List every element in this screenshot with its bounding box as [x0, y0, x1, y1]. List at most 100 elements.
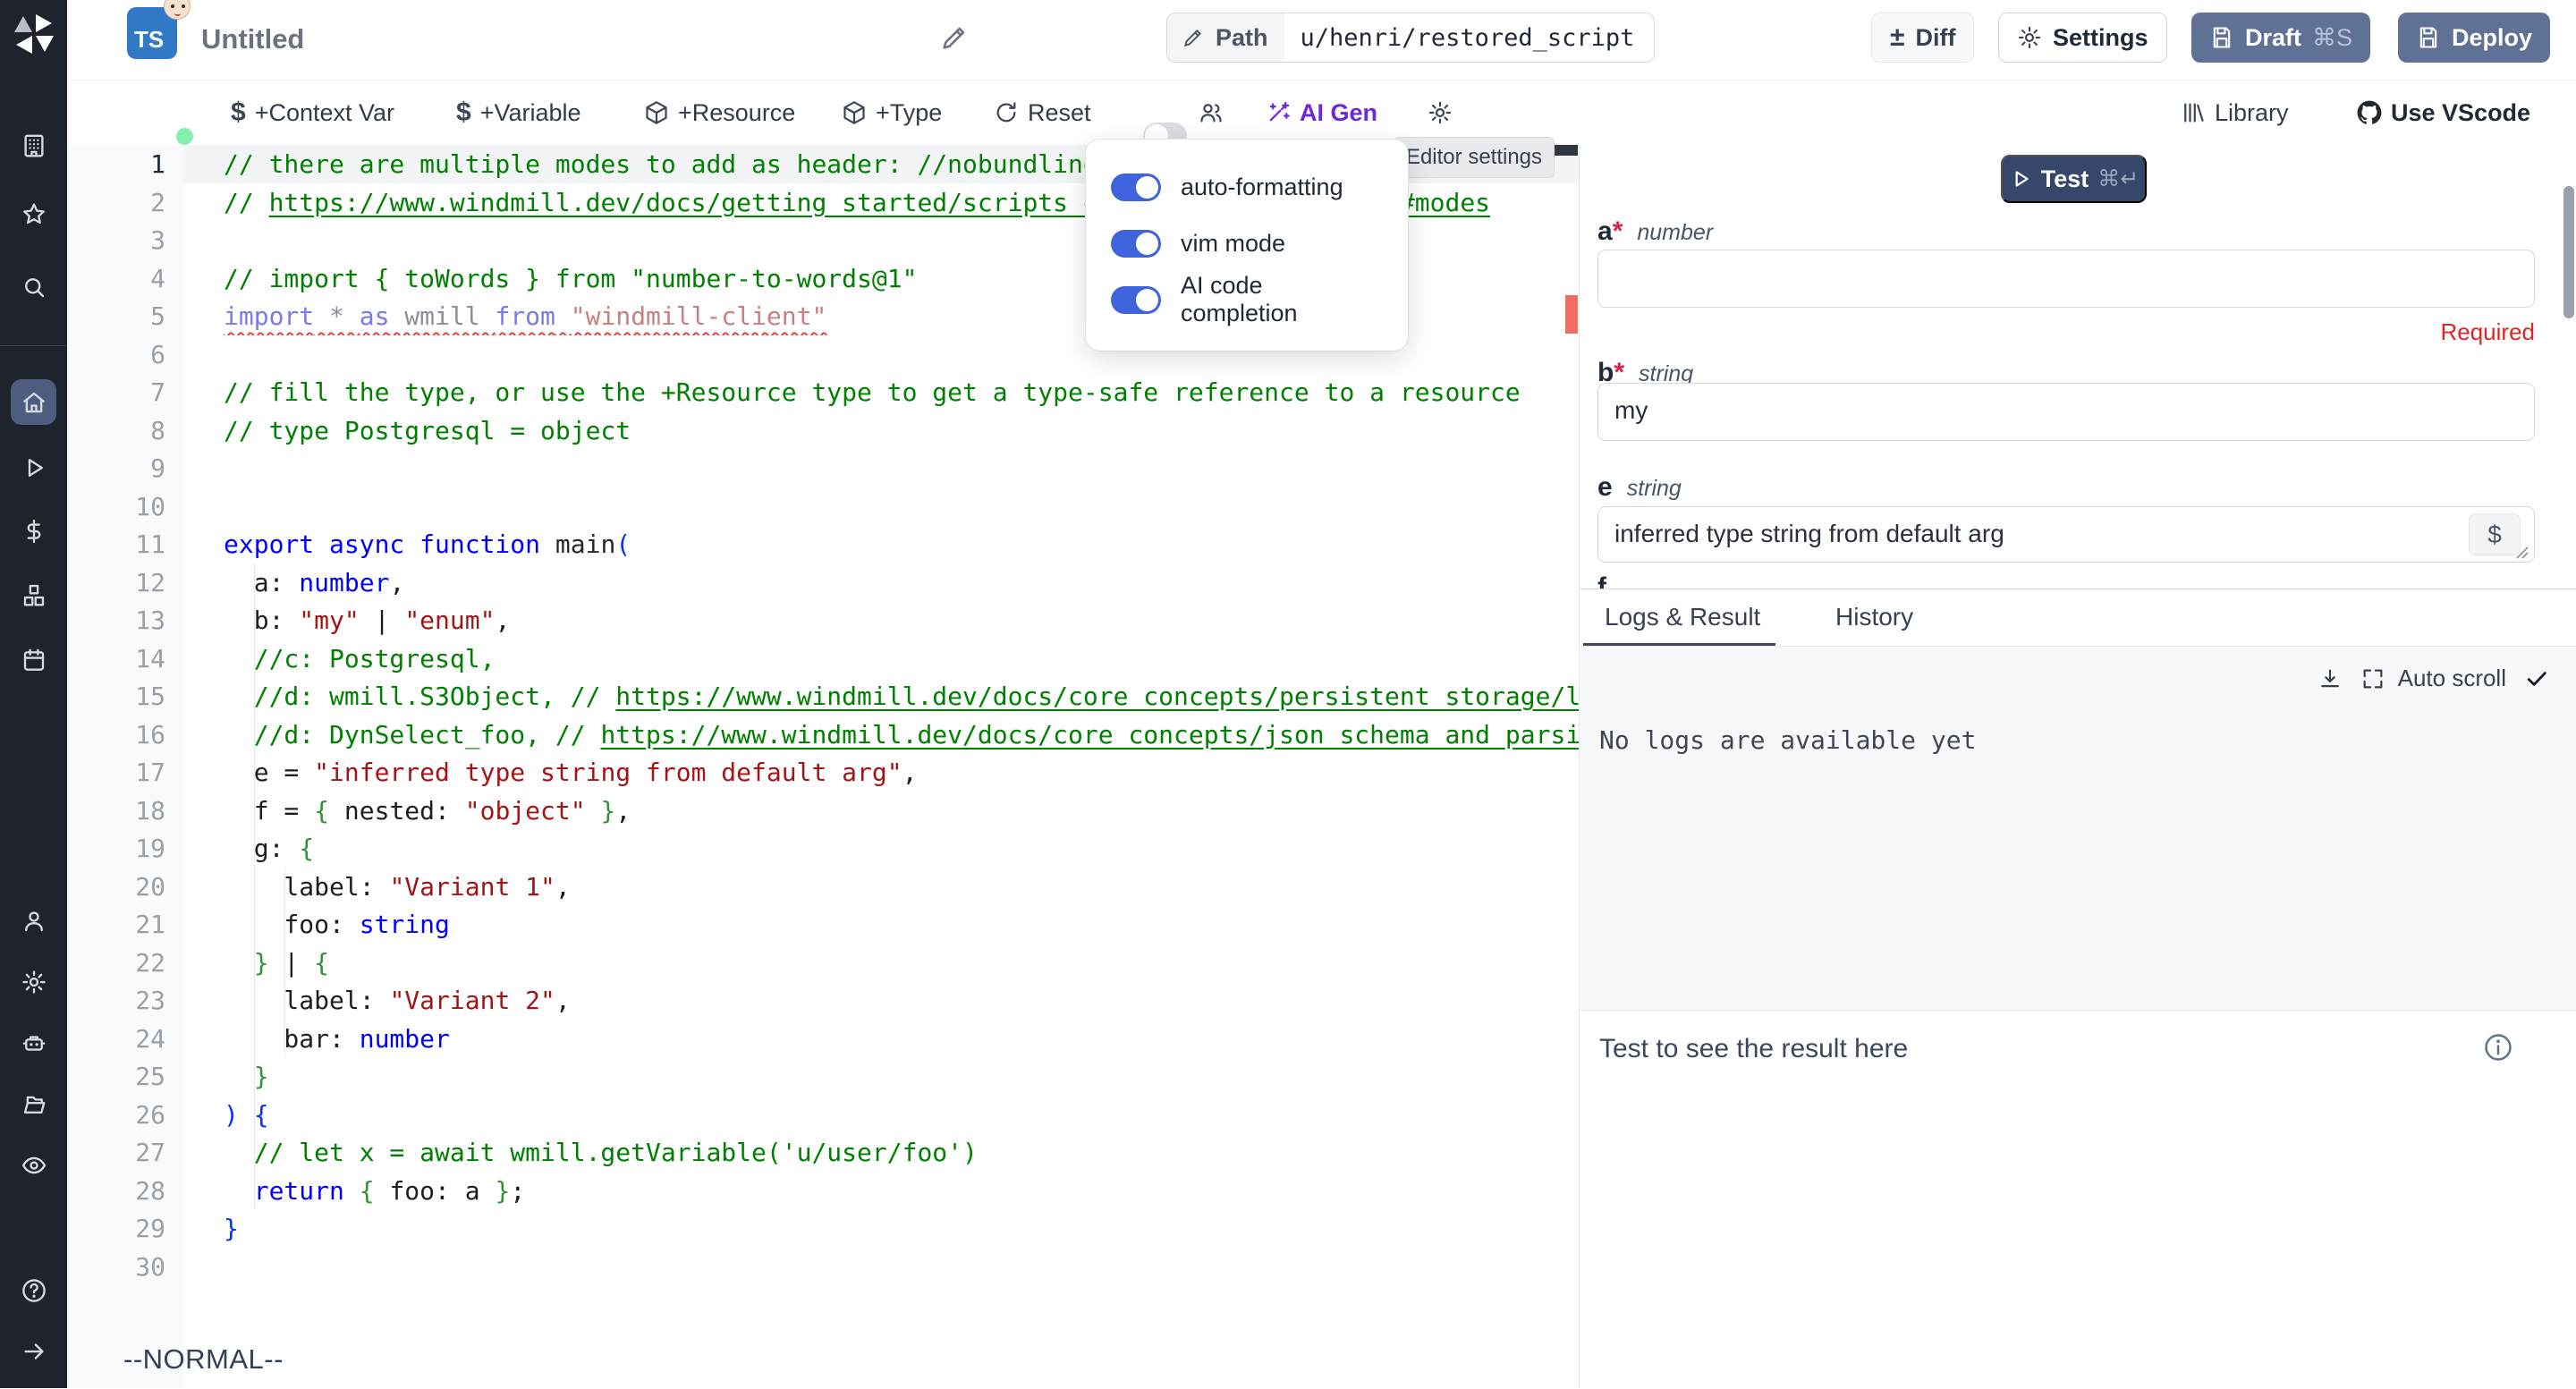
cubes-icon — [21, 582, 47, 609]
windmill-logo-icon[interactable] — [13, 13, 55, 55]
sidebar-item-home[interactable] — [11, 379, 56, 425]
line-number: 9 — [67, 449, 183, 487]
code-line-content — [183, 1248, 1579, 1286]
diff-button[interactable]: ± Diff — [1871, 13, 1974, 63]
code-line[interactable]: 21 foo: string — [67, 905, 1579, 944]
gear-icon — [1428, 100, 1453, 125]
code-line[interactable]: 18 f = { nested: "object" }, — [67, 792, 1579, 830]
reset-icon — [994, 100, 1019, 125]
toggle-switch[interactable] — [1111, 174, 1161, 201]
sidebar-item-arrow-right[interactable] — [11, 1328, 56, 1374]
sidebar-item-calendar[interactable] — [11, 637, 56, 682]
sidebar-item-star[interactable] — [11, 191, 56, 237]
editor-settings-tooltip: Editor settings — [1394, 137, 1555, 178]
tab-history[interactable]: History — [1835, 589, 1913, 645]
person-icon — [21, 908, 47, 935]
code-line[interactable]: 28 return { foo: a }; — [67, 1172, 1579, 1210]
line-number: 11 — [67, 525, 183, 563]
add-resource-button[interactable]: +Resource — [644, 80, 795, 145]
sidebar-item-help[interactable] — [11, 1267, 56, 1313]
test-button[interactable]: Test ⌘↵ — [2001, 155, 2147, 203]
settings-button[interactable]: Settings — [1998, 13, 2167, 63]
sidebar-item-folder[interactable] — [11, 1081, 56, 1127]
code-line[interactable]: 19 g: { — [67, 829, 1579, 868]
code-line[interactable]: 11export async function main( — [67, 525, 1579, 563]
code-line[interactable]: 13 b: "my" | "enum", — [67, 601, 1579, 639]
add-context-var-button[interactable]: $ +Context Var — [231, 80, 394, 145]
code-line[interactable]: 22 } | { — [67, 944, 1579, 982]
use-vscode-button[interactable]: Use VScode — [2357, 80, 2530, 145]
code-line[interactable]: 20 label: "Variant 1", — [67, 868, 1579, 906]
scrollbar-thumb[interactable] — [1554, 145, 1578, 156]
setting-row-auto-formatting: auto-formatting — [1111, 166, 1383, 208]
add-variable-button[interactable]: $ +Variable — [456, 80, 581, 145]
expand-logs-icon[interactable] — [2360, 666, 2385, 691]
add-resource-label: +Resource — [678, 99, 795, 127]
code-line[interactable]: 7// fill the type, or use the +Resource … — [67, 373, 1579, 411]
line-number: 30 — [67, 1248, 183, 1286]
script-path-chip[interactable]: Path u/henri/restored_script — [1166, 13, 1655, 63]
deploy-button[interactable]: Deploy — [2398, 13, 2550, 63]
library-label: Library — [2215, 99, 2289, 127]
code-line-content: return { foo: a }; — [183, 1172, 1579, 1210]
code-line[interactable]: 23 label: "Variant 2", — [67, 981, 1579, 1020]
sidebar-item-dollar[interactable] — [11, 508, 56, 554]
calendar-icon — [21, 647, 47, 673]
code-line[interactable]: 17 e = "inferred type string from defaul… — [67, 753, 1579, 792]
code-line[interactable]: 30 — [67, 1248, 1579, 1286]
code-line[interactable]: 15 //d: wmill.S3Object, // https://www.w… — [67, 677, 1579, 716]
code-line[interactable]: 8// type Postgresql = object — [67, 411, 1579, 450]
code-line-content: // fill the type, or use the +Resource t… — [183, 373, 1579, 411]
sidebar-item-building[interactable] — [11, 123, 56, 168]
arrow-right-icon — [21, 1338, 47, 1365]
download-logs-icon[interactable] — [2318, 666, 2343, 691]
insert-variable-addon-button[interactable]: $ — [2469, 513, 2521, 555]
setting-row-vim-mode: vim mode — [1111, 223, 1383, 264]
sidebar-item-search[interactable] — [11, 264, 56, 309]
code-line[interactable]: 14 //c: Postgresql, — [67, 639, 1579, 678]
add-type-button[interactable]: +Type — [842, 80, 942, 145]
ai-gen-button[interactable]: AI Gen — [1266, 80, 1377, 145]
sidebar-item-person[interactable] — [11, 898, 56, 944]
line-number: 24 — [67, 1020, 183, 1058]
editor-settings-dropdown: auto-formattingvim modeAI code completio… — [1086, 140, 1408, 351]
panel-divider[interactable] — [1579, 145, 1580, 1388]
code-line[interactable]: 9 — [67, 449, 1579, 487]
auto-scroll-check-icon[interactable] — [2524, 666, 2549, 691]
field-b-input[interactable] — [1597, 383, 2535, 441]
panel-scrollbar-thumb[interactable] — [2563, 186, 2574, 318]
code-line[interactable]: 27 // let x = await wmill.getVariable('u… — [67, 1133, 1579, 1172]
sidebar-item-gear[interactable] — [11, 959, 56, 1004]
collaborators-icon[interactable] — [1199, 80, 1224, 145]
auto-scroll-label[interactable]: Auto scroll — [2398, 665, 2506, 692]
library-button[interactable]: Library — [2181, 80, 2289, 145]
tab-logs-result[interactable]: Logs & Result — [1605, 589, 1760, 645]
field-e-input[interactable] — [1597, 506, 2535, 563]
sidebar-item-eye[interactable] — [11, 1142, 56, 1188]
robot-icon — [21, 1029, 47, 1056]
editor-settings-button[interactable] — [1428, 80, 1453, 145]
resize-handle[interactable] — [2515, 546, 2529, 560]
code-line[interactable]: 29} — [67, 1209, 1579, 1248]
code-line[interactable]: 16 //d: DynSelect_foo, // https://www.wi… — [67, 716, 1579, 754]
result-placeholder: Test to see the result here — [1599, 1034, 1908, 1064]
code-line[interactable]: 25 } — [67, 1057, 1579, 1096]
save-icon — [2209, 25, 2234, 50]
toggle-switch[interactable] — [1111, 286, 1161, 314]
edit-title-pencil-icon[interactable] — [939, 22, 970, 53]
sidebar-item-robot[interactable] — [11, 1020, 56, 1065]
sidebar-item-play[interactable] — [11, 445, 56, 490]
field-a-input[interactable] — [1597, 250, 2535, 308]
draft-shortcut: ⌘S — [2312, 24, 2352, 52]
draft-button[interactable]: Draft ⌘S — [2191, 13, 2370, 63]
code-line[interactable]: 26) { — [67, 1096, 1579, 1134]
code-line[interactable]: 12 a: number, — [67, 563, 1579, 602]
magic-wand-icon — [1266, 100, 1291, 125]
code-line[interactable]: 10 — [67, 487, 1579, 526]
toggle-switch[interactable] — [1111, 230, 1161, 258]
code-line-content: label: "Variant 1", — [183, 868, 1579, 906]
info-icon[interactable] — [2483, 1032, 2513, 1063]
reset-button[interactable]: Reset — [994, 80, 1091, 145]
sidebar-item-cubes[interactable] — [11, 572, 56, 618]
code-line[interactable]: 24 bar: number — [67, 1020, 1579, 1058]
